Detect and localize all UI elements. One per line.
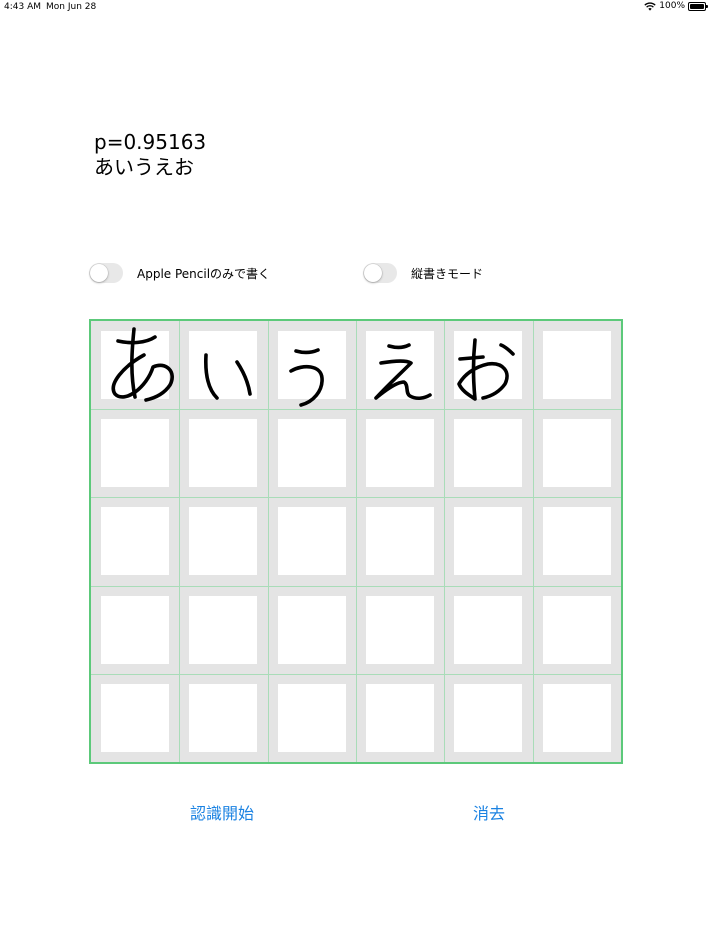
cell-writing-area: [366, 331, 434, 399]
grid-cell[interactable]: [533, 674, 622, 763]
cell-writing-area: [277, 419, 346, 488]
grid-cell[interactable]: [179, 674, 268, 763]
battery-percentage: 100%: [659, 1, 685, 11]
grid-cell[interactable]: [533, 497, 622, 586]
cell-writing-area: [189, 507, 258, 576]
grid-cell[interactable]: [179, 497, 268, 586]
vertical-mode-label: 縦書きモード: [411, 266, 484, 281]
grid-cell[interactable]: [444, 497, 533, 586]
cell-writing-area: [454, 419, 523, 488]
cell-writing-area: [542, 507, 611, 576]
result-probability: p=0.95163: [94, 130, 207, 154]
toggle-knob: [364, 264, 382, 282]
cell-writing-area: [101, 331, 169, 399]
cell-writing-area: [277, 331, 346, 399]
toggle-knob: [90, 264, 108, 282]
grid-cell[interactable]: [91, 586, 180, 675]
cell-writing-area: [366, 419, 434, 488]
cell-writing-area: [101, 595, 169, 664]
grid-cell[interactable]: [91, 497, 180, 586]
pencil-only-toggle[interactable]: [89, 263, 123, 283]
status-indicators: 100%: [644, 1, 708, 11]
grid-cell[interactable]: [533, 586, 622, 675]
grid-row-divider: [91, 586, 621, 587]
status-time: 4:43 AM: [4, 2, 41, 12]
handwriting-grid[interactable]: [89, 319, 623, 764]
cell-writing-area: [542, 595, 611, 664]
grid-cell[interactable]: [268, 321, 357, 410]
grid-cell[interactable]: [444, 409, 533, 498]
grid-cell[interactable]: [268, 674, 357, 763]
grid-cell[interactable]: [444, 674, 533, 763]
cell-writing-area: [189, 595, 258, 664]
cell-writing-area: [277, 683, 346, 752]
cell-writing-area: [542, 331, 611, 399]
battery-icon: [688, 1, 708, 11]
vertical-mode-setting: 縦書きモード: [363, 262, 483, 284]
grid-row-divider: [91, 674, 621, 675]
grid-cell[interactable]: [356, 497, 445, 586]
grid-column-divider: [444, 321, 445, 762]
grid-column-divider: [268, 321, 269, 762]
cell-writing-area: [454, 595, 523, 664]
grid-cell[interactable]: [179, 586, 268, 675]
clear-button[interactable]: 消去: [473, 800, 505, 824]
grid-cell[interactable]: [356, 409, 445, 498]
start-recognition-button[interactable]: 認識開始: [190, 800, 254, 824]
cell-writing-area: [189, 331, 258, 399]
grid-cell[interactable]: [533, 409, 622, 498]
cell-writing-area: [277, 595, 346, 664]
cell-writing-area: [189, 419, 258, 488]
grid-cell[interactable]: [179, 409, 268, 498]
cell-writing-area: [454, 331, 523, 399]
cell-writing-area: [366, 683, 434, 752]
cell-writing-area: [101, 683, 169, 752]
cell-writing-area: [454, 683, 523, 752]
pencil-only-label: Apple Pencilのみで書く: [137, 266, 271, 281]
cell-writing-area: [454, 507, 523, 576]
grid-row-divider: [91, 497, 621, 498]
grid-cell[interactable]: [356, 586, 445, 675]
result-text: あいうえお: [94, 155, 194, 179]
grid-cell[interactable]: [91, 674, 180, 763]
pencil-only-setting: Apple Pencilのみで書く: [89, 262, 270, 284]
cell-writing-area: [542, 683, 611, 752]
grid-column-divider: [356, 321, 357, 762]
status-date: Mon Jun 28: [46, 2, 97, 12]
battery-fill: [690, 3, 704, 9]
vertical-mode-toggle[interactable]: [363, 263, 397, 283]
grid-cell[interactable]: [179, 321, 268, 410]
grid-cell[interactable]: [444, 321, 533, 410]
grid-cell[interactable]: [91, 409, 180, 498]
grid-cell[interactable]: [356, 321, 445, 410]
grid-column-divider: [533, 321, 534, 762]
grid-cell[interactable]: [444, 586, 533, 675]
wifi-icon: [644, 1, 656, 11]
grid-cell[interactable]: [268, 497, 357, 586]
cell-writing-area: [101, 507, 169, 576]
cell-writing-area: [542, 419, 611, 488]
app-screen: 4:43 AM Mon Jun 28 100% p=0.95163 あいうえお …: [0, 0, 712, 950]
status-bar: 4:43 AM Mon Jun 28 100%: [0, 0, 712, 14]
grid-column-divider: [179, 321, 180, 762]
grid-cell[interactable]: [356, 674, 445, 763]
cell-writing-area: [189, 683, 258, 752]
cell-writing-area: [277, 507, 346, 576]
grid-cell[interactable]: [268, 409, 357, 498]
grid-row-divider: [91, 409, 621, 410]
cell-writing-area: [366, 507, 434, 576]
cell-writing-area: [366, 595, 434, 664]
cell-writing-area: [101, 419, 169, 488]
grid-cell[interactable]: [533, 321, 622, 410]
grid-cell[interactable]: [268, 586, 357, 675]
grid-cell[interactable]: [91, 321, 180, 410]
recognition-result: p=0.95163 あいうえお: [94, 130, 206, 180]
